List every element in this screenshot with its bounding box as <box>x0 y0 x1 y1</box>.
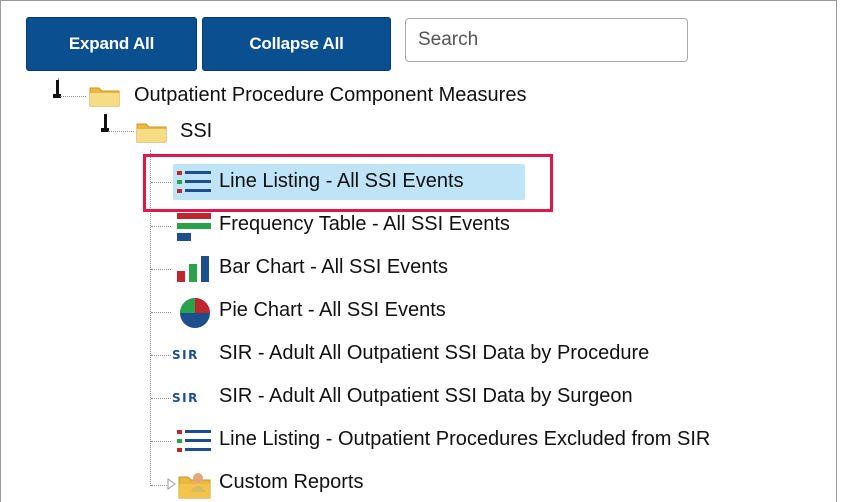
tree-item-sir-by-procedure[interactable]: SIR - Adult All Outpatient SSI Data by P… <box>219 342 649 365</box>
bar-chart-icon <box>177 256 209 282</box>
sir-icon: SIR <box>172 348 199 362</box>
tree-item-line-listing-excluded[interactable]: Line Listing - Outpatient Procedures Exc… <box>219 428 710 451</box>
tree-item-sir-by-surgeon[interactable]: SIR - Adult All Outpatient SSI Data by S… <box>219 385 633 408</box>
sir-icon: SIR <box>172 391 199 405</box>
collapse-all-button[interactable]: Collapse All <box>202 17 391 71</box>
custom-reports-folder-icon <box>178 473 211 499</box>
expand-all-button[interactable]: Expand All <box>26 17 197 71</box>
tree-item-pie-chart[interactable]: Pie Chart - All SSI Events <box>219 299 446 322</box>
tree-item-custom-reports[interactable]: Custom Reports <box>219 471 364 494</box>
line-listing-icon <box>177 171 211 193</box>
report-tree-panel <box>0 0 837 502</box>
tree-item-line-listing-all-ssi[interactable]: Line Listing - All SSI Events <box>219 170 464 193</box>
folder-open-icon <box>136 123 167 143</box>
search-input[interactable] <box>405 18 688 62</box>
expand-arrow-icon[interactable] <box>167 478 177 490</box>
tree-item-bar-chart[interactable]: Bar Chart - All SSI Events <box>219 256 448 279</box>
folder-open-icon <box>89 87 120 107</box>
line-listing-icon <box>177 430 211 452</box>
tree-node-root[interactable]: Outpatient Procedure Component Measures <box>134 84 526 107</box>
tree-item-frequency-table[interactable]: Frequency Table - All SSI Events <box>219 213 510 236</box>
tree-node-ssi[interactable]: SSI <box>180 120 212 143</box>
pie-chart-icon <box>180 298 210 328</box>
frequency-table-icon <box>177 213 211 241</box>
